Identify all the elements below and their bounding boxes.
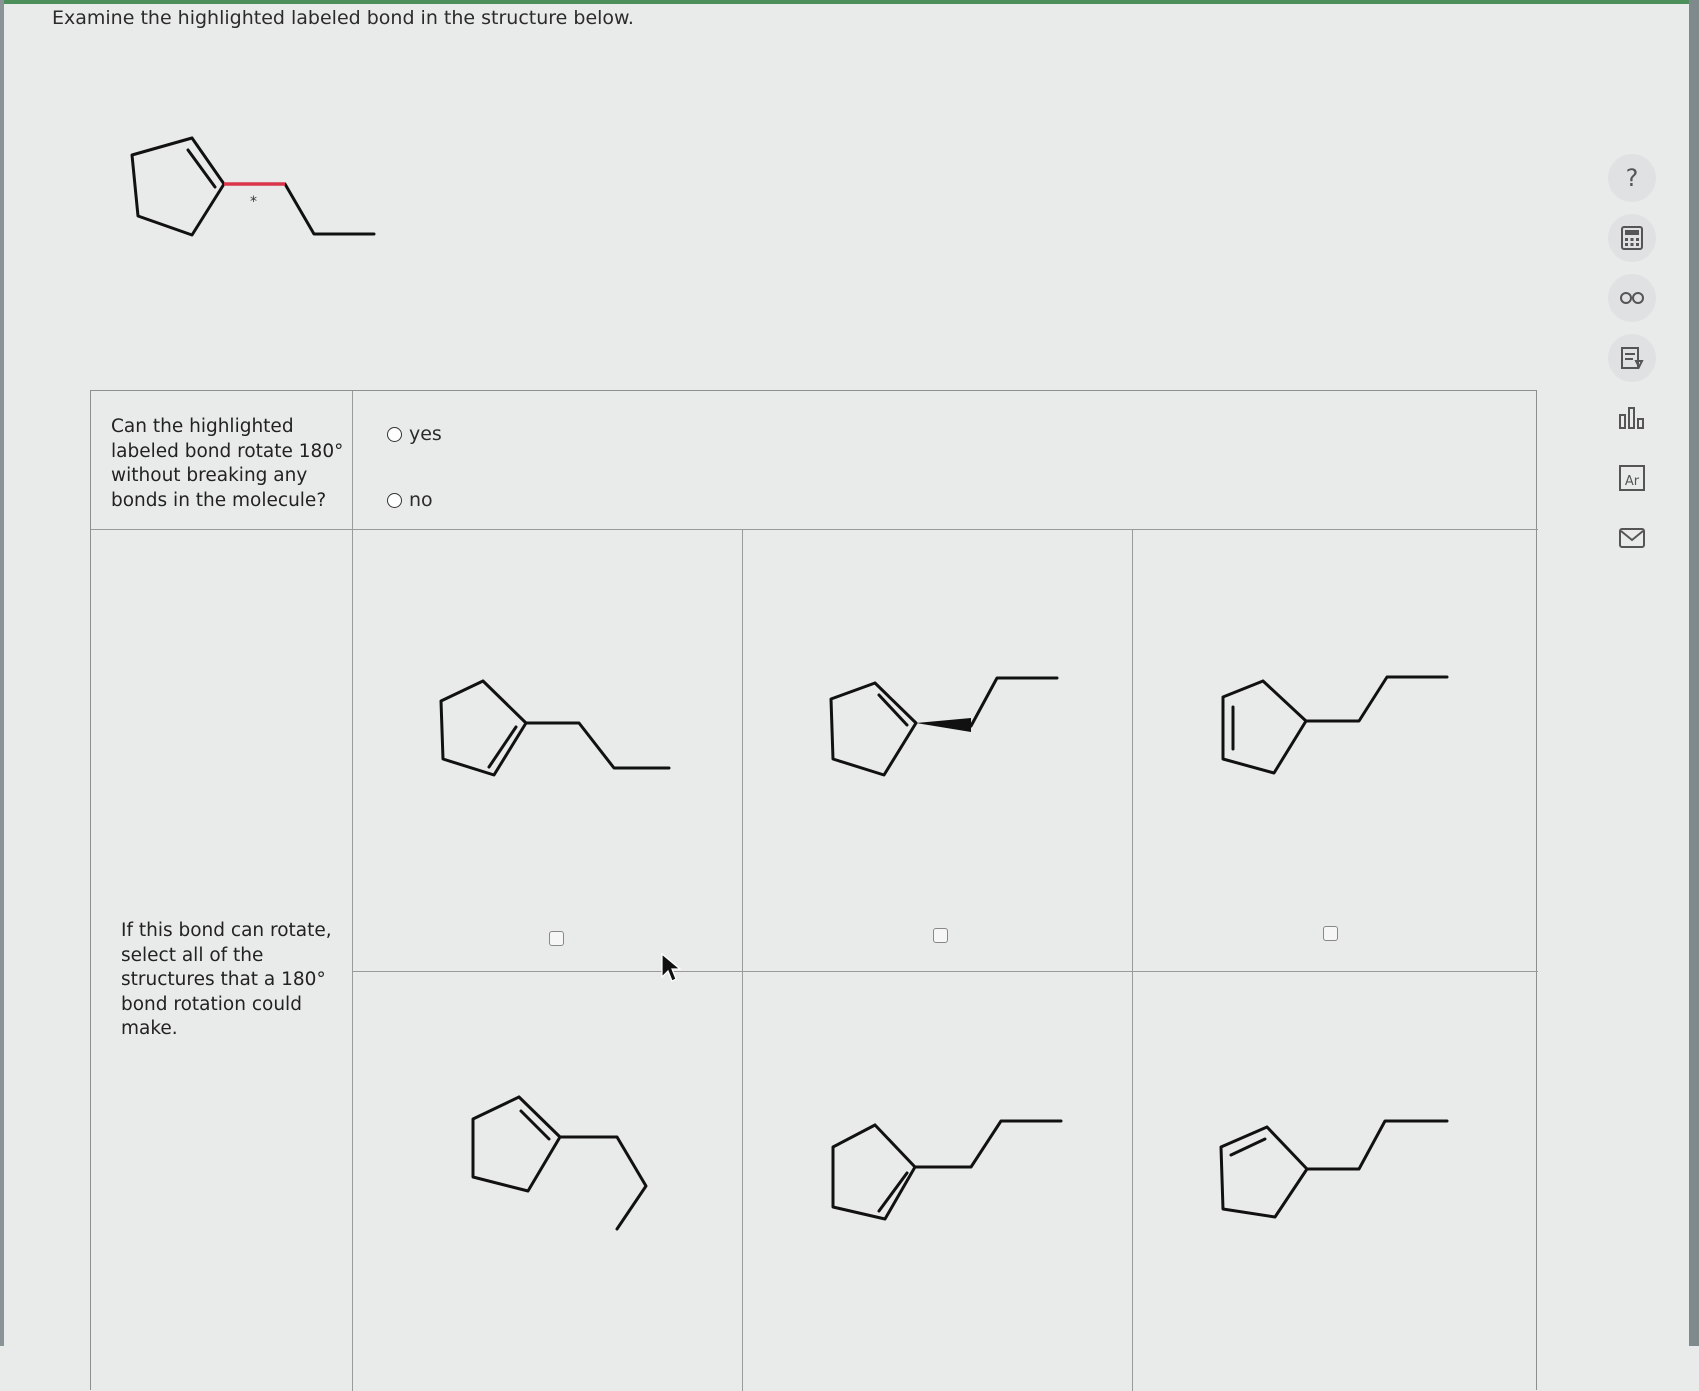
choice-row-divider <box>353 971 1538 972</box>
data-chart-button[interactable] <box>1608 394 1656 442</box>
ring-double-bond-inner <box>186 148 217 189</box>
mail-icon <box>1619 528 1645 548</box>
choice-structure-4[interactable] <box>461 1091 721 1241</box>
choice-checkbox-3[interactable] <box>1323 926 1338 941</box>
chart-icon <box>1619 407 1644 429</box>
notes-button[interactable] <box>1608 334 1656 382</box>
choice-structure-2[interactable] <box>821 663 1081 783</box>
question-table: Can the highlighted labeled bond rotate … <box>90 390 1538 1391</box>
choice-structure-1[interactable] <box>431 671 691 791</box>
svg-text:Ar: Ar <box>1625 474 1640 489</box>
radio-yes-circle[interactable] <box>387 426 402 442</box>
bond-label-star: * <box>250 194 257 210</box>
q1-label-cell: Can the highlighted labeled bond rotate … <box>91 391 353 529</box>
q2-label-cell: If this bond can rotate, select all of t… <box>91 529 353 1391</box>
periodic-table-icon: Ar <box>1619 465 1645 491</box>
radio-no-circle[interactable] <box>387 492 402 508</box>
message-button[interactable] <box>1608 514 1656 562</box>
ethyl-chain <box>283 182 376 236</box>
choice-checkbox-2[interactable] <box>933 928 948 943</box>
screen-right-edge <box>1689 0 1699 1346</box>
q1-text: Can the highlighted labeled bond rotate … <box>111 416 344 511</box>
choice-structure-5[interactable] <box>821 1111 1081 1231</box>
screen-left-edge <box>0 0 4 1346</box>
reference-button[interactable] <box>1608 274 1656 322</box>
given-structure: * <box>130 136 376 237</box>
radio-no[interactable]: no <box>387 489 433 511</box>
choice-column-2 <box>743 529 1133 1391</box>
radio-no-label: no <box>409 489 433 511</box>
calculator-button[interactable] <box>1608 214 1656 262</box>
choice-structure-3[interactable] <box>1211 663 1471 783</box>
mouse-pointer-icon <box>661 953 681 982</box>
glasses-icon <box>1620 292 1644 304</box>
ring-bonds <box>130 136 226 237</box>
periodic-table-button[interactable]: Ar <box>1608 454 1656 502</box>
question-prompt: Examine the highlighted labeled bond in … <box>52 7 634 29</box>
notes-icon <box>1621 347 1644 370</box>
help-icon: ? <box>1625 164 1639 192</box>
choice-checkbox-1[interactable] <box>549 931 564 946</box>
radio-yes-label: yes <box>409 423 442 445</box>
choice-column-3 <box>1133 529 1538 1391</box>
calculator-icon <box>1621 226 1643 250</box>
q2-text: If this bond can rotate, select all of t… <box>121 920 332 1039</box>
choice-structure-6[interactable] <box>1211 1111 1471 1231</box>
choice-column-1 <box>353 529 743 1391</box>
radio-yes[interactable]: yes <box>387 423 442 445</box>
help-button[interactable]: ? <box>1608 154 1656 202</box>
top-accent-strip <box>0 0 1699 4</box>
